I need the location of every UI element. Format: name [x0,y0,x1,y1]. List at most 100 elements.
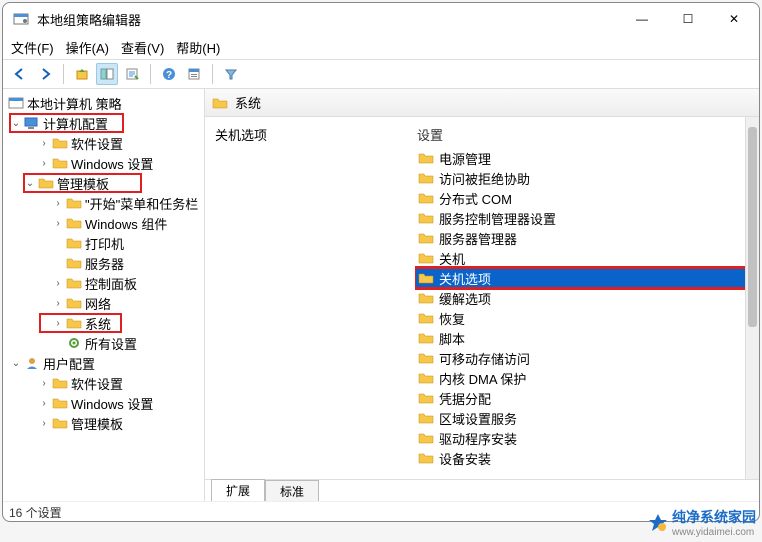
tree-user-admin[interactable]: › 管理模板 [3,413,204,433]
chevron-right-icon[interactable]: › [37,398,51,409]
tab-standard[interactable]: 标准 [265,480,319,501]
scrollbar-thumb[interactable] [748,127,757,327]
tree-user-config[interactable]: ⌄ 用户配置 [3,353,204,373]
chevron-down-icon[interactable]: ⌄ [9,358,23,369]
list-item[interactable]: 区域设置服务 [415,408,759,428]
list-item[interactable]: 缓解选项 [415,288,759,308]
tree-user-windows[interactable]: › Windows 设置 [3,393,204,413]
tree-root[interactable]: 本地计算机 策略 [3,93,204,113]
list-item-label: 服务控制管理器设置 [439,209,556,228]
tree-system[interactable]: › 系统 [3,313,204,333]
tree-user-software[interactable]: › 软件设置 [3,373,204,393]
item-list: 电源管理访问被拒绝协助分布式 COM服务控制管理器设置服务器管理器关机关机选项缓… [415,148,759,468]
list-item-label: 访问被拒绝协助 [439,169,530,188]
list-item[interactable]: 内核 DMA 保护 [415,368,759,388]
list-item[interactable]: 关机选项 [415,268,759,288]
tree-computer-config[interactable]: ⌄ 计算机配置 [3,113,204,133]
content-header: 系统 [205,89,759,117]
policy-icon [7,95,25,111]
list-item[interactable]: 关机 [415,248,759,268]
watermark-url: www.yidaimei.com [672,527,756,538]
folder-icon [417,370,435,386]
folder-icon [417,270,435,286]
list-item[interactable]: 恢复 [415,308,759,328]
folder-icon [65,275,83,291]
toolbar-separator [63,64,64,84]
statusbar: 16 个设置 [3,501,759,521]
tree-software-settings[interactable]: › 软件设置 [3,133,204,153]
maximize-button[interactable]: ☐ [665,3,711,35]
menu-file[interactable]: 文件(F) [11,38,54,57]
list-item[interactable]: 驱动程序安装 [415,428,759,448]
close-button[interactable]: ✕ [711,3,757,35]
list-item[interactable]: 服务控制管理器设置 [415,208,759,228]
menu-view[interactable]: 查看(V) [121,38,164,57]
tree-start-menu[interactable]: › "开始"菜单和任务栏 [3,193,204,213]
properties-button[interactable] [183,63,205,85]
chevron-down-icon[interactable]: ⌄ [23,178,37,189]
list-item[interactable]: 服务器管理器 [415,228,759,248]
up-button[interactable] [71,63,93,85]
tree-control-panel[interactable]: › 控制面板 [3,273,204,293]
tab-strip: 扩展 标准 [205,479,759,501]
list-item-label: 脚本 [439,329,465,348]
list-item-label: 关机 [439,249,465,268]
menu-action[interactable]: 操作(A) [66,38,109,57]
list-item-label: 恢复 [439,309,465,328]
chevron-right-icon[interactable]: › [51,318,65,329]
folder-icon [65,235,83,251]
tree-admin-templates[interactable]: ⌄ 管理模板 [3,173,204,193]
list-item[interactable]: 凭据分配 [415,388,759,408]
list-item[interactable]: 访问被拒绝协助 [415,168,759,188]
tree-network[interactable]: › 网络 [3,293,204,313]
export-list-button[interactable] [121,63,143,85]
help-button[interactable]: ? [158,63,180,85]
chevron-right-icon[interactable]: › [37,378,51,389]
main-area: 本地计算机 策略 ⌄ 计算机配置 › 软件设置 › Windows 设置 ⌄ 管… [3,89,759,501]
list-item[interactable]: 设备安装 [415,448,759,468]
chevron-right-icon[interactable]: › [51,298,65,309]
chevron-right-icon[interactable]: › [51,198,65,209]
list-item[interactable]: 可移动存储访问 [415,348,759,368]
list-item-label: 关机选项 [439,269,491,288]
chevron-right-icon[interactable]: › [37,158,51,169]
minimize-button[interactable]: — [619,3,665,35]
column-header[interactable]: 设置 [415,117,759,148]
tree-windows-settings[interactable]: › Windows 设置 [3,153,204,173]
forward-button[interactable] [34,63,56,85]
menu-help[interactable]: 帮助(H) [176,38,220,57]
show-hide-tree-button[interactable] [96,63,118,85]
folder-icon [417,390,435,406]
watermark-brand: 纯净系统家园 [672,509,756,525]
chevron-right-icon[interactable]: › [37,418,51,429]
list-item-label: 缓解选项 [439,289,491,308]
back-button[interactable] [9,63,31,85]
items-column[interactable]: 设置 电源管理访问被拒绝协助分布式 COM服务控制管理器设置服务器管理器关机关机… [415,117,759,479]
folder-icon [51,375,69,391]
list-item-label: 区域设置服务 [439,409,517,428]
chevron-right-icon[interactable]: › [51,278,65,289]
toolbar: ? [3,59,759,89]
tree-windows-components[interactable]: › Windows 组件 [3,213,204,233]
tree-panel[interactable]: 本地计算机 策略 ⌄ 计算机配置 › 软件设置 › Windows 设置 ⌄ 管… [3,89,205,501]
chevron-right-icon[interactable]: › [51,218,65,229]
tree-printers[interactable]: 打印机 [3,233,204,253]
folder-icon [417,210,435,226]
folder-icon [51,135,69,151]
toolbar-separator [150,64,151,84]
chevron-right-icon[interactable]: › [37,138,51,149]
title-text: 本地组策略编辑器 [37,10,619,29]
titlebar[interactable]: 本地组策略编辑器 — ☐ ✕ [3,3,759,35]
chevron-down-icon[interactable]: ⌄ [9,118,23,129]
tab-extended[interactable]: 扩展 [211,479,265,501]
list-item[interactable]: 电源管理 [415,148,759,168]
folder-icon [417,410,435,426]
list-item[interactable]: 脚本 [415,328,759,348]
tree-all-settings[interactable]: 所有设置 [3,333,204,353]
list-item[interactable]: 分布式 COM [415,188,759,208]
filter-button[interactable] [220,63,242,85]
folder-icon [65,315,83,331]
scrollbar[interactable] [745,117,759,479]
list-item-label: 驱动程序安装 [439,429,517,448]
tree-servers[interactable]: 服务器 [3,253,204,273]
